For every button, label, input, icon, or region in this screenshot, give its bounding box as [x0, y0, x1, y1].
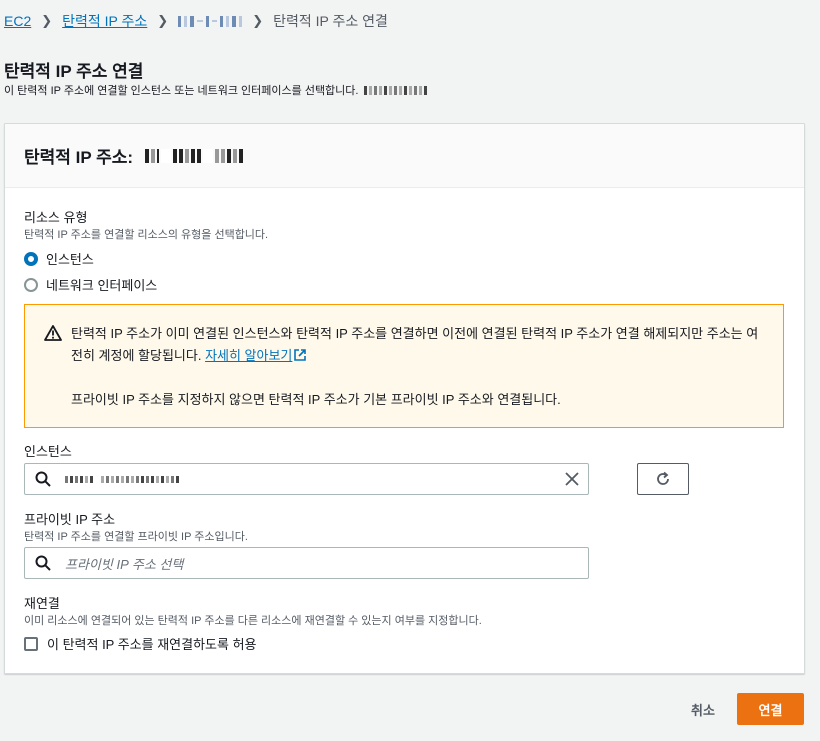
radio-instance[interactable]: 인스턴스: [24, 249, 94, 268]
breadcrumb-ec2-link[interactable]: EC2: [4, 13, 31, 29]
panel-header-label: 탄력적 IP 주소:: [24, 148, 134, 167]
breadcrumb: EC2 ❯ 탄력적 IP 주소 ❯ ❯ 탄력적 IP 주소 연결: [4, 11, 388, 31]
associate-panel: 탄력적 IP 주소: 리소스 유형 탄력적 IP 주소를 연결할 리소스의 유형…: [4, 123, 805, 674]
clear-icon[interactable]: [564, 471, 580, 487]
breadcrumb-current: 탄력적 IP 주소 연결: [273, 13, 388, 29]
warning-icon: [44, 325, 62, 341]
breadcrumb-elastic-ip-link[interactable]: 탄력적 IP 주소: [62, 11, 147, 31]
radio-network-interface-control[interactable]: [24, 277, 38, 292]
panel-header: 탄력적 IP 주소:: [5, 124, 804, 188]
warning-text: 탄력적 IP 주소가 이미 연결된 인스턴스와 탄력적 IP 주소를 연결하면 …: [71, 326, 759, 363]
reassociation-hint: 이미 리소스에 연결되어 있는 탄력적 IP 주소를 다른 리소스에 재연결할 …: [24, 615, 482, 627]
external-link-icon: [294, 349, 307, 361]
redacted-instance-value: [65, 475, 179, 483]
page-description: 이 탄력적 IP 주소에 연결할 인스턴스 또는 네트워크 인터페이스를 선택합…: [4, 82, 428, 98]
private-ip-hint: 탄력적 IP 주소를 연결할 프라이빗 IP 주소입니다.: [24, 531, 248, 543]
refresh-icon: [657, 471, 669, 485]
allow-reassociation-label: 이 탄력적 IP 주소를 재연결하도록 허용: [47, 637, 257, 652]
refresh-button[interactable]: [637, 463, 689, 495]
radio-instance-label: 인스턴스: [46, 252, 94, 267]
breadcrumb-redacted-ip-link[interactable]: [178, 15, 243, 27]
warning-alert: 탄력적 IP 주소가 이미 연결된 인스턴스와 탄력적 IP 주소를 연결하면 …: [24, 304, 784, 428]
associate-button[interactable]: 연결: [737, 693, 804, 725]
instance-label: 인스턴스: [24, 444, 72, 459]
page-title: 탄력적 IP 주소 연결: [4, 62, 144, 81]
radio-network-interface-label: 네트워크 인터페이스: [46, 278, 158, 293]
search-icon: [35, 471, 51, 487]
reassociation-label: 재연결: [24, 596, 60, 611]
private-ip-label: 프라이빗 IP 주소: [24, 512, 116, 527]
chevron-right-icon: ❯: [157, 13, 169, 28]
chevron-right-icon: ❯: [41, 13, 53, 28]
warning-paragraph: 탄력적 IP 주소가 이미 연결된 인스턴스와 탄력적 IP 주소를 연결하면 …: [71, 323, 759, 367]
instance-search-input[interactable]: [24, 463, 589, 495]
learn-more-link[interactable]: 자세히 알아보기: [205, 348, 292, 363]
warning-text-2: 프라이빗 IP 주소를 지정하지 않으면 탄력적 IP 주소가 기본 프라이빗 …: [71, 392, 561, 407]
cancel-button[interactable]: 취소: [680, 693, 726, 725]
chevron-right-icon: ❯: [252, 13, 264, 28]
allow-reassociation-checkbox[interactable]: 이 탄력적 IP 주소를 재연결하도록 허용: [24, 634, 257, 653]
private-ip-placeholder: 프라이빗 IP 주소 선택: [65, 556, 184, 572]
search-icon: [35, 555, 51, 571]
private-ip-select[interactable]: 프라이빗 IP 주소 선택: [24, 547, 589, 579]
redacted-ip: [364, 85, 428, 95]
resource-type-hint: 탄력적 IP 주소를 연결할 리소스의 유형을 선택합니다.: [24, 229, 269, 241]
radio-network-interface[interactable]: 네트워크 인터페이스: [24, 275, 157, 294]
radio-instance-control[interactable]: [24, 251, 38, 266]
allow-reassociation-control[interactable]: [24, 636, 38, 651]
page-description-text: 이 탄력적 IP 주소에 연결할 인스턴스 또는 네트워크 인터페이스를 선택합…: [4, 85, 359, 97]
resource-type-label: 리소스 유형: [24, 210, 88, 225]
redacted-elastic-ip: [145, 148, 244, 163]
